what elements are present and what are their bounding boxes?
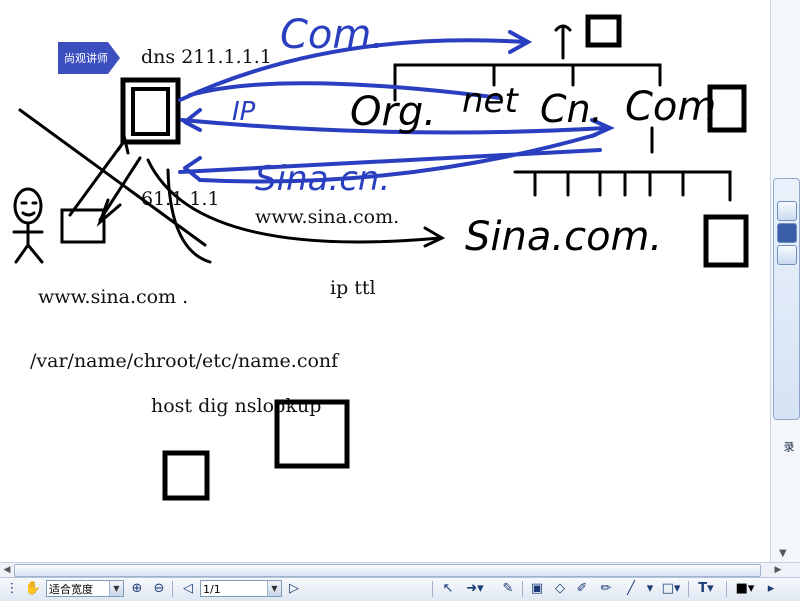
marker-icon[interactable]: ✏ <box>598 580 614 598</box>
zoom-in-icon[interactable]: ⊕ <box>128 580 146 598</box>
toolbar-divider <box>172 581 173 597</box>
highlighter-icon[interactable]: ✐ <box>574 580 590 598</box>
scroll-left-icon[interactable]: ◀ <box>1 564 13 576</box>
hw-cn: Cn. <box>540 87 603 131</box>
hw-org: Org. <box>350 89 436 135</box>
scroll-down-icon[interactable]: ▼ <box>779 548 787 559</box>
toolbar-grip-icon: ⋮ <box>5 581 19 596</box>
black-handwriting: Org. net Cn. Com Sina.com. <box>350 81 716 260</box>
zoom-mode-value: 适合宽度 <box>49 583 93 596</box>
sina-server-box <box>703 214 749 268</box>
panel-tab-group: 查看页数 目录 <box>773 178 800 453</box>
next-page-icon[interactable]: ▷ <box>286 580 302 598</box>
toolbar-divider <box>688 581 689 597</box>
panel-active-tab[interactable] <box>777 223 797 243</box>
pen-icon[interactable]: ✎ <box>500 580 516 598</box>
right-side-panel: 查看页数 目录 ▼ <box>770 0 800 562</box>
chevron-down-icon[interactable]: ▼ <box>109 581 123 596</box>
hand-tool-icon[interactable]: ✋ <box>24 580 42 598</box>
prev-page-icon[interactable]: ◁ <box>180 580 196 598</box>
chevron-down-icon[interactable]: ▼ <box>267 581 281 596</box>
com-server-box <box>707 84 747 133</box>
viewer-toolbar: ⋮ ✋ 适合宽度 ▼ ⊕ ⊖ ◁ 1/1 ▼ ▷ ↖ ➜▾ ✎ ▣ ◇ ✐ ✏ … <box>0 577 800 601</box>
dns-tree <box>393 24 732 202</box>
square-box-2 <box>162 450 210 501</box>
select-pointer-icon[interactable]: ↖ <box>440 580 456 598</box>
horizontal-scrollbar[interactable]: ◀ ▶ <box>0 562 800 577</box>
client-person <box>12 187 106 264</box>
dns-server-label: dns 211.1.1.1 <box>141 46 272 68</box>
whiteboard-canvas[interactable]: dns 211.1.1.1 61.1.1.1 www.sina.com. ip … <box>0 0 770 562</box>
hw-sina-cn: Sina.cn. <box>255 159 390 199</box>
text-tool-icon[interactable]: T▾ <box>694 580 718 598</box>
color-picker-icon[interactable]: ■▾ <box>732 580 758 598</box>
blue-handwriting: Com. IP Sina.cn. <box>232 12 390 199</box>
badge-label: 尚观讲师 <box>64 52 108 65</box>
arrow-dropdown-icon[interactable]: ➜▾ <box>462 580 488 598</box>
hw-com-top: Com. <box>280 12 384 58</box>
toolbar-divider <box>432 581 433 597</box>
page-select[interactable]: 1/1 ▼ <box>200 580 282 597</box>
answer-fields-label: ip ttl <box>330 277 376 299</box>
root-server-box <box>585 14 622 48</box>
query-domain-label: www.sina.com. <box>255 206 400 228</box>
scroll-right-icon[interactable]: ▶ <box>772 564 784 576</box>
hw-com: Com <box>625 84 716 130</box>
server-boxes <box>120 14 749 501</box>
dns-ip-label: 61.1.1.1 <box>141 188 220 210</box>
zoom-mode-select[interactable]: 适合宽度 ▼ <box>46 580 124 597</box>
config-path-label: /var/name/chroot/etc/name.conf <box>30 350 339 372</box>
rectangle-tool-icon[interactable]: □▾ <box>660 580 682 598</box>
more-options-icon[interactable]: ▸ <box>764 580 778 598</box>
client-domain-label: www.sina.com . <box>38 286 189 308</box>
panel-collapse-button[interactable] <box>777 201 797 221</box>
panel-tab-button[interactable] <box>777 245 797 265</box>
scroll-thumb[interactable] <box>14 564 761 577</box>
tools-label: host dig nslookup <box>151 395 322 417</box>
eraser-icon[interactable]: ◇ <box>552 580 568 598</box>
hw-net: net <box>462 81 519 121</box>
line-tool-icon[interactable]: ╱ <box>622 580 640 598</box>
hw-sina-com: Sina.com. <box>465 214 662 260</box>
toolbar-divider <box>726 581 727 597</box>
line-dropdown-icon[interactable]: ▾ <box>644 580 656 598</box>
zoom-out-icon[interactable]: ⊖ <box>150 580 168 598</box>
local-dns-box <box>120 77 181 145</box>
client-arrows <box>18 108 446 264</box>
toolbar-divider <box>522 581 523 597</box>
panel-vertical-label: 查看页数 目录 <box>782 441 800 453</box>
hw-ip: IP <box>232 97 256 127</box>
stamp-icon[interactable]: ▣ <box>528 580 546 598</box>
page-indicator: 1/1 <box>203 583 221 596</box>
ink-drawing-layer: Com. IP Sina.cn. Org. net Cn. Com Sina.c… <box>12 12 749 501</box>
instructor-badge: 尚观讲师 <box>58 42 120 74</box>
